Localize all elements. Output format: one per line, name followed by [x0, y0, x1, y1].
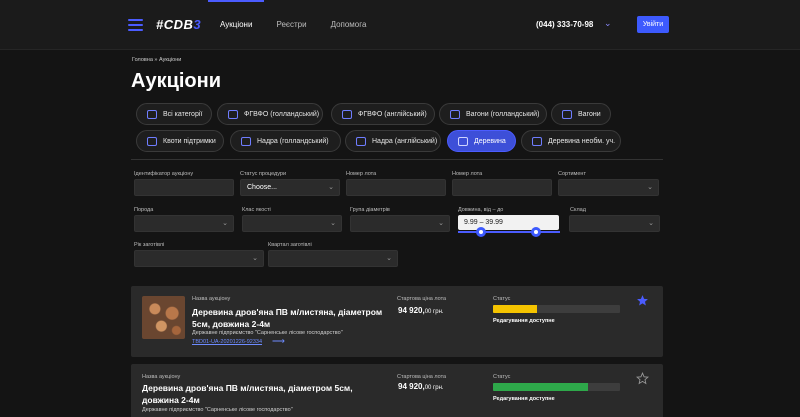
nav-registries[interactable]: Реєстри	[264, 0, 318, 50]
auction-id-input[interactable]	[134, 179, 234, 196]
arrow-right-icon[interactable]: ⟶	[272, 336, 285, 347]
filter-label-warehouse: Склад	[570, 207, 586, 213]
lot-organization: Державне підприємство "Сарненське лісове…	[192, 330, 343, 336]
star-filled-icon[interactable]	[636, 294, 649, 307]
quota-icon	[147, 136, 157, 146]
filter-label-lot-number-2: Номер лота	[452, 171, 483, 177]
quarter-select[interactable]: ⌄	[268, 250, 398, 267]
category-timber[interactable]: Деревина	[447, 130, 516, 152]
chevron-down-icon: ⌄	[252, 255, 258, 262]
status-label: Статус	[493, 296, 511, 302]
filter-label-species: Порода	[134, 207, 154, 213]
diameter-select[interactable]: ⌄	[350, 215, 450, 232]
lot-id-link[interactable]: TBD01-UA-20201226-92334	[192, 339, 262, 345]
chevron-down-icon: ⌄	[647, 184, 653, 191]
timber-icon	[458, 136, 468, 146]
status-text: Редагування доступне	[493, 318, 555, 324]
length-slider-track[interactable]	[458, 231, 560, 233]
menu-icon[interactable]	[128, 19, 143, 31]
category-all[interactable]: Всі категорії	[136, 103, 212, 125]
lot-name-label: Назва аукціону	[142, 374, 181, 380]
wagon-icon	[562, 109, 572, 119]
start-price: 94 920,00 грн.	[398, 306, 444, 315]
category-wagons-dutch[interactable]: Вагони (голландський)	[439, 103, 547, 125]
length-slider-max-handle[interactable]	[531, 227, 541, 237]
assortment-select[interactable]: ⌄	[558, 179, 659, 196]
category-quotas[interactable]: Квоти підтримки	[136, 130, 224, 152]
category-subsoil-english[interactable]: Надра (англійський)	[345, 130, 441, 152]
breadcrumb[interactable]: Головна » Аукціони	[132, 57, 181, 63]
subsoil-icon	[356, 136, 366, 146]
nav-auctions[interactable]: Аукціони	[208, 0, 265, 50]
subsoil-icon	[241, 136, 251, 146]
grid-icon	[147, 109, 157, 119]
filter-label-quality: Клас якості	[242, 207, 271, 213]
lot-organization: Державне підприємство "Сарненське лісове…	[142, 407, 293, 413]
chevron-down-icon[interactable]: ⌄	[604, 18, 612, 29]
filter-label-quarter: Квартал заготівлі	[268, 242, 312, 248]
phone-number[interactable]: (044) 333-70-98	[536, 20, 593, 29]
lot-name-label: Назва аукціону	[192, 296, 231, 302]
chevron-down-icon: ⌄	[330, 220, 336, 227]
status-progress-fill	[493, 305, 538, 313]
main-nav: Аукціони Реєстри Допомога	[208, 0, 378, 50]
start-price: 94 920,00 грн.	[398, 382, 444, 391]
warehouse-select[interactable]: ⌄	[569, 215, 660, 232]
filter-label-length: Довжина, від – до	[458, 207, 504, 213]
bank-icon	[342, 109, 352, 119]
filter-label-auction-id: Ідентифікатор аукціону	[134, 171, 194, 177]
star-outline-icon[interactable]	[636, 372, 649, 385]
nav-help[interactable]: Допомога	[319, 0, 379, 50]
filter-label-diameter: Група діаметрів	[350, 207, 390, 213]
length-slider-min-handle[interactable]	[476, 227, 486, 237]
top-navigation-bar: #CDB3 Аукціони Реєстри Допомога (044) 33…	[0, 0, 800, 50]
category-fgvfo-english[interactable]: ФГВФО (англійський)	[331, 103, 435, 125]
page-title: Аукціони	[131, 70, 222, 92]
site-logo[interactable]: #CDB3	[156, 17, 201, 32]
chevron-down-icon: ⌄	[222, 220, 228, 227]
quality-select[interactable]: ⌄	[242, 215, 342, 232]
category-subsoil-dutch[interactable]: Надра (голландський)	[230, 130, 341, 152]
start-price-label: Стартова ціна лота	[397, 296, 447, 302]
start-price-label: Стартова ціна лота	[397, 374, 447, 380]
lot-card[interactable]: Назва аукціону Деревина дров'яна ПВ м/ли…	[131, 364, 663, 417]
category-fgvfo-dutch[interactable]: ФГВФО (голландський)	[217, 103, 323, 125]
timber-icon	[532, 136, 542, 146]
chevron-down-icon: ⌄	[438, 220, 444, 227]
chevron-down-icon: ⌄	[648, 220, 654, 227]
lot-card[interactable]: Назва аукціону Деревина дров'яна ПВ м/ли…	[131, 286, 663, 357]
filter-label-status: Статус процедури	[240, 171, 287, 177]
login-button[interactable]: Увійти	[637, 16, 669, 33]
bank-icon	[228, 109, 238, 119]
chevron-down-icon: ⌄	[328, 184, 334, 191]
species-select[interactable]: ⌄	[134, 215, 234, 232]
year-select[interactable]: ⌄	[134, 250, 264, 267]
status-select[interactable]: Choose... ⌄	[240, 179, 340, 196]
filter-label-year: Рік заготівлі	[134, 242, 165, 248]
divider	[131, 159, 663, 160]
lot-title[interactable]: Деревина дров'яна ПВ м/листяна, діаметро…	[142, 382, 382, 406]
wagon-icon	[450, 109, 460, 119]
status-label: Статус	[493, 374, 511, 380]
lot-number-input-2[interactable]	[452, 179, 552, 196]
status-progress-bar	[493, 383, 620, 391]
lot-thumbnail[interactable]	[142, 296, 185, 339]
status-text: Редагування доступне	[493, 396, 555, 402]
filter-label-assortment: Сортимент	[558, 171, 586, 177]
chevron-down-icon: ⌄	[386, 255, 392, 262]
status-progress-fill	[493, 383, 589, 391]
lot-number-input[interactable]	[346, 179, 446, 196]
status-progress-bar	[493, 305, 620, 313]
length-range-input[interactable]: 9.99 – 39.99	[458, 215, 559, 230]
category-wagons[interactable]: Вагони	[551, 103, 611, 125]
lot-title[interactable]: Деревина дров'яна ПВ м/листяна, діаметро…	[192, 306, 392, 330]
category-unprocessed-timber[interactable]: Деревина необм. уч.	[521, 130, 621, 152]
filter-label-lot-number: Номер лота	[346, 171, 377, 177]
